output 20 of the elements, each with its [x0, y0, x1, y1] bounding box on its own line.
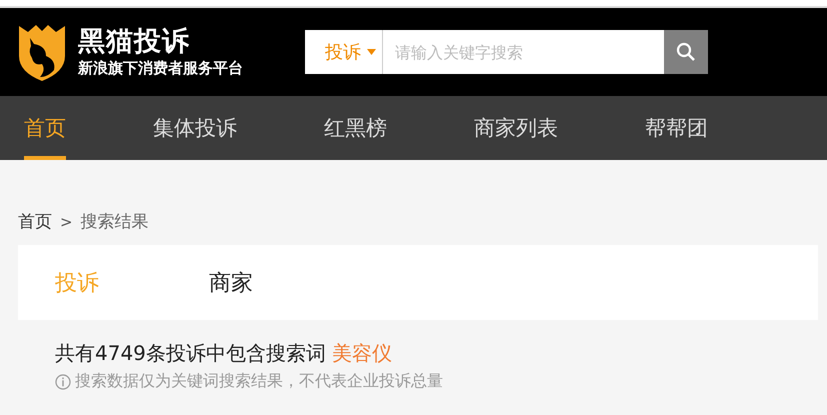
nav-tab[interactable]: 商家列表	[474, 96, 558, 160]
info-icon	[55, 374, 71, 390]
note-text: 搜索数据仅为关键词搜索结果，不代表企业投诉总量	[75, 371, 443, 392]
logo-subtitle: 新浪旗下消费者服务平台	[78, 58, 243, 78]
breadcrumb-item: 搜索结果	[80, 211, 149, 233]
result-count-text: 共有4749条投诉中包含搜索词	[55, 340, 326, 367]
caret-icon	[367, 49, 376, 55]
result-tab[interactable]: 商家	[209, 268, 253, 298]
search-icon	[676, 42, 696, 62]
breadcrumb-item[interactable]: 首页	[18, 210, 52, 233]
nav-tab[interactable]: 红黑榜	[324, 96, 387, 160]
nav-tab[interactable]: 集体投诉	[153, 96, 237, 160]
logo-title: 黑猫投诉	[78, 26, 191, 58]
breadcrumb-separator: >	[60, 212, 73, 230]
search-button[interactable]	[664, 30, 708, 74]
nav-tab[interactable]: 首页	[24, 96, 66, 160]
search-keyword: 美容仪	[332, 340, 392, 367]
search-field[interactable]: 请输入关键字搜索	[383, 30, 664, 74]
cat-shield-logo[interactable]	[16, 22, 68, 82]
nav-tab[interactable]: 帮帮团	[645, 96, 708, 160]
